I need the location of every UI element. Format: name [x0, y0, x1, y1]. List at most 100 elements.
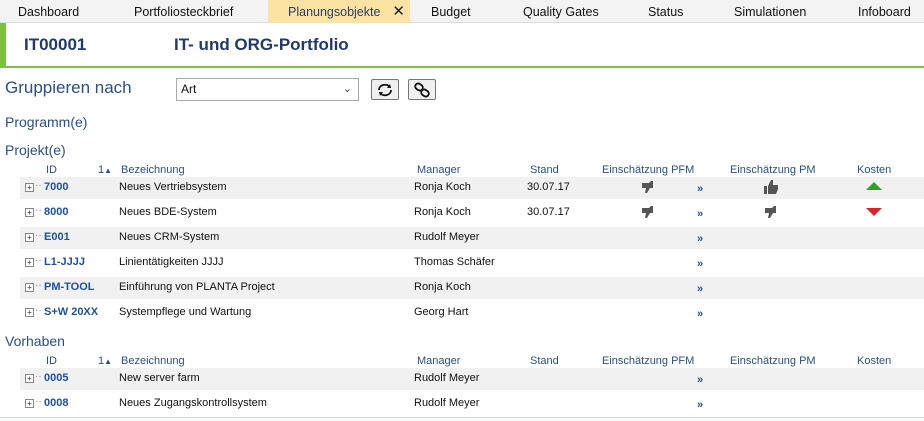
cost-down-icon: [866, 208, 882, 216]
project-id[interactable]: 8000: [44, 206, 68, 218]
project-id[interactable]: S+W 20XX: [44, 306, 98, 318]
refresh-button[interactable]: [371, 79, 399, 100]
project-stand: 30.07.17: [527, 181, 570, 193]
expand-icon[interactable]: +: [25, 258, 34, 267]
table-row[interactable]: + ·· 8000 Neues BDE-System Ronja Koch 30.…: [20, 202, 924, 224]
col-header-manager[interactable]: Manager: [417, 355, 460, 367]
col-header-id[interactable]: ID: [46, 164, 57, 176]
col-header-kosten[interactable]: Kosten: [857, 164, 891, 176]
sort-asc-icon: ▲: [104, 357, 113, 366]
project-id[interactable]: PM-TOOL: [44, 281, 95, 293]
expand-icon[interactable]: +: [25, 208, 34, 217]
tree-connector: ··: [35, 180, 42, 191]
details-link[interactable]: »: [697, 208, 703, 220]
tab-quality-gates[interactable]: Quality Gates: [523, 0, 599, 23]
vorhaben-id[interactable]: 0008: [44, 397, 68, 409]
thumb-up-icon: [764, 180, 778, 194]
project-bezeichnung: Neues Vertriebsystem: [119, 181, 227, 193]
details-link[interactable]: »: [697, 283, 703, 295]
project-bezeichnung: Linientätigkeiten JJJJ: [119, 256, 224, 268]
col-header-bezeichnung[interactable]: Bezeichnung: [121, 164, 185, 176]
col-header-pfm[interactable]: Einschätzung PFM: [602, 355, 694, 367]
section-programme: Programm(e): [5, 114, 88, 130]
expand-icon[interactable]: +: [25, 399, 34, 408]
tab-budget[interactable]: Budget: [431, 0, 471, 23]
col-header-stand[interactable]: Stand: [530, 164, 559, 176]
table-row[interactable]: + ·· L1-JJJJ Linientätigkeiten JJJJ Thoma…: [20, 252, 924, 274]
tree-connector: ··: [35, 305, 42, 316]
chain-link-icon: [414, 82, 430, 97]
project-manager: Georg Hart: [414, 306, 469, 318]
vorhaben-bezeichnung: New server farm: [119, 372, 200, 384]
project-bezeichnung: Einführung von PLANTA Project: [119, 281, 275, 293]
chevron-down-icon: ⌄: [342, 83, 352, 95]
col-header-kosten[interactable]: Kosten: [857, 355, 891, 367]
portfolio-header: IT00001 IT- und ORG-Portfolio: [0, 23, 924, 68]
details-link[interactable]: »: [697, 258, 703, 270]
expand-icon[interactable]: +: [25, 308, 34, 317]
table-row[interactable]: + ·· 0005 New server farm Rudolf Meyer »: [20, 368, 924, 390]
tree-connector: ··: [35, 205, 42, 216]
tab-infoboard[interactable]: Infoboard: [858, 0, 911, 23]
project-bezeichnung: Neues BDE-System: [119, 206, 217, 218]
vorhaben-manager: Rudolf Meyer: [414, 372, 480, 384]
col-header-bezeichnung[interactable]: Bezeichnung: [121, 355, 185, 367]
section-vorhaben: Vorhaben: [5, 333, 65, 349]
refresh-icon: [378, 83, 392, 96]
col-header-stand[interactable]: Stand: [530, 355, 559, 367]
tab-status[interactable]: Status: [648, 0, 683, 23]
close-icon[interactable]: ✕: [392, 0, 405, 24]
vorhaben-bezeichnung: Neues Zugangskontrollsystem: [119, 397, 267, 409]
expand-icon[interactable]: +: [25, 283, 34, 292]
group-by-select[interactable]: Art ⌄: [176, 78, 359, 101]
portfolio-id: IT00001: [24, 35, 87, 54]
project-stand: 30.07.17: [527, 206, 570, 218]
tree-connector: ··: [35, 371, 42, 382]
vorhaben-id[interactable]: 0005: [44, 372, 68, 384]
project-manager: Ronja Koch: [414, 206, 471, 218]
project-manager: Rudolf Meyer: [414, 231, 480, 243]
col-header-id[interactable]: ID: [46, 355, 57, 367]
col-header-pm[interactable]: Einschätzung PM: [730, 355, 816, 367]
expand-icon[interactable]: +: [25, 233, 34, 242]
table-row[interactable]: + ·· 0008 Neues Zugangskontrollsystem Rud…: [20, 393, 924, 415]
tree-connector: ··: [35, 255, 42, 266]
tab-planungsobjekte[interactable]: Planungsobjekte ✕: [268, 0, 410, 23]
thumb-sideways-icon: [642, 206, 653, 218]
thumb-sideways-icon: [642, 181, 653, 193]
project-bezeichnung: Neues CRM-System: [119, 231, 220, 243]
footer-divider: [0, 417, 924, 418]
tree-connector: ··: [35, 230, 42, 241]
expand-icon[interactable]: +: [25, 374, 34, 383]
project-id[interactable]: 7000: [44, 181, 68, 193]
col-header-pm[interactable]: Einschätzung PM: [730, 164, 816, 176]
tab-dashboard[interactable]: Dashboard: [18, 0, 79, 23]
table-row[interactable]: + ·· PM-TOOL Einführung von PLANTA Projec…: [20, 277, 924, 299]
col-header-sort[interactable]: 1▲: [98, 355, 112, 367]
project-id[interactable]: L1-JJJJ: [44, 256, 85, 268]
project-id[interactable]: E001: [44, 231, 70, 243]
col-header-pfm[interactable]: Einschätzung PFM: [602, 164, 694, 176]
project-manager: Thomas Schäfer: [414, 256, 495, 268]
details-link[interactable]: »: [697, 374, 703, 386]
details-link[interactable]: »: [697, 399, 703, 411]
tab-bar: Dashboard Portfoliosteckbrief Planungsob…: [0, 0, 924, 23]
tree-connector: ··: [35, 396, 42, 407]
details-link[interactable]: »: [697, 183, 703, 195]
cost-up-icon: [866, 182, 882, 190]
sort-asc-icon: ▲: [104, 166, 113, 175]
tab-simulationen[interactable]: Simulationen: [734, 0, 806, 23]
col-header-manager[interactable]: Manager: [417, 164, 460, 176]
tab-portfoliosteckbrief[interactable]: Portfoliosteckbrief: [134, 0, 233, 23]
link-button[interactable]: [408, 79, 436, 100]
col-header-sort[interactable]: 1▲: [98, 164, 112, 176]
group-by-value: Art: [181, 82, 197, 96]
table-row[interactable]: + ·· 7000 Neues Vertriebsystem Ronja Koch…: [20, 177, 924, 199]
project-manager: Ronja Koch: [414, 181, 471, 193]
details-link[interactable]: »: [697, 308, 703, 320]
expand-icon[interactable]: +: [25, 183, 34, 192]
table-row[interactable]: + ·· S+W 20XX Systempflege und Wartung Ge…: [20, 302, 924, 324]
table-row[interactable]: + ·· E001 Neues CRM-System Rudolf Meyer »: [20, 227, 924, 249]
details-link[interactable]: »: [697, 233, 703, 245]
page-title: IT- und ORG-Portfolio: [174, 35, 349, 54]
